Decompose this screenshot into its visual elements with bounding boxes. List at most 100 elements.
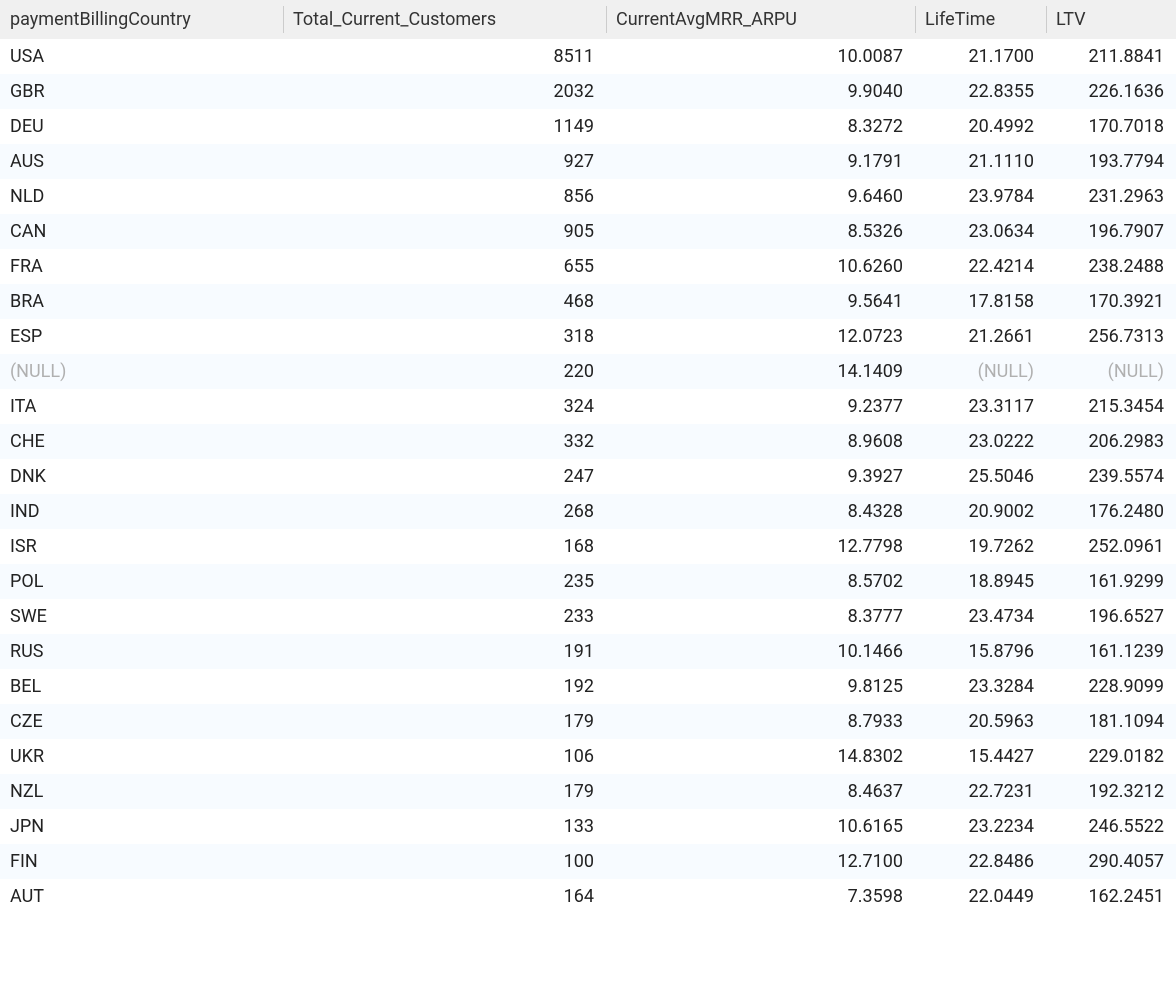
cell-LTV[interactable]: (NULL)	[1046, 354, 1176, 389]
cell-LTV[interactable]: 229.0182	[1046, 739, 1176, 774]
cell-CurrentAvgMRR_ARPU[interactable]: 9.1791	[606, 144, 915, 179]
cell-paymentBillingCountry[interactable]: UKR	[0, 739, 283, 774]
cell-paymentBillingCountry[interactable]: USA	[0, 39, 283, 74]
cell-LifeTime[interactable]: 15.8796	[915, 634, 1046, 669]
cell-Total_Current_Customers[interactable]: 324	[283, 389, 606, 424]
cell-paymentBillingCountry[interactable]: FIN	[0, 844, 283, 879]
cell-Total_Current_Customers[interactable]: 106	[283, 739, 606, 774]
cell-LTV[interactable]: 226.1636	[1046, 74, 1176, 109]
cell-paymentBillingCountry[interactable]: DNK	[0, 459, 283, 494]
cell-LTV[interactable]: 252.0961	[1046, 529, 1176, 564]
cell-LifeTime[interactable]: 20.4992	[915, 109, 1046, 144]
cell-paymentBillingCountry[interactable]: BEL	[0, 669, 283, 704]
cell-Total_Current_Customers[interactable]: 318	[283, 319, 606, 354]
cell-Total_Current_Customers[interactable]: 133	[283, 809, 606, 844]
cell-LTV[interactable]: 246.5522	[1046, 809, 1176, 844]
cell-LTV[interactable]: 231.2963	[1046, 179, 1176, 214]
cell-LTV[interactable]: 162.2451	[1046, 879, 1176, 914]
cell-LifeTime[interactable]: 15.4427	[915, 739, 1046, 774]
cell-CurrentAvgMRR_ARPU[interactable]: 8.4328	[606, 494, 915, 529]
cell-paymentBillingCountry[interactable]: DEU	[0, 109, 283, 144]
cell-CurrentAvgMRR_ARPU[interactable]: 9.6460	[606, 179, 915, 214]
cell-CurrentAvgMRR_ARPU[interactable]: 12.7798	[606, 529, 915, 564]
table-row[interactable]: GBR20329.904022.8355226.1636	[0, 74, 1176, 109]
cell-Total_Current_Customers[interactable]: 268	[283, 494, 606, 529]
cell-LifeTime[interactable]: 21.1110	[915, 144, 1046, 179]
cell-LTV[interactable]: 196.6527	[1046, 599, 1176, 634]
cell-CurrentAvgMRR_ARPU[interactable]: 10.1466	[606, 634, 915, 669]
cell-LTV[interactable]: 193.7794	[1046, 144, 1176, 179]
cell-Total_Current_Customers[interactable]: 2032	[283, 74, 606, 109]
table-row[interactable]: FIN10012.710022.8486290.4057	[0, 844, 1176, 879]
cell-LifeTime[interactable]: 23.0222	[915, 424, 1046, 459]
table-row[interactable]: NZL1798.463722.7231192.3212	[0, 774, 1176, 809]
cell-LTV[interactable]: 192.3212	[1046, 774, 1176, 809]
cell-paymentBillingCountry[interactable]: RUS	[0, 634, 283, 669]
cell-Total_Current_Customers[interactable]: 468	[283, 284, 606, 319]
cell-LifeTime[interactable]: 23.2234	[915, 809, 1046, 844]
cell-Total_Current_Customers[interactable]: 247	[283, 459, 606, 494]
cell-Total_Current_Customers[interactable]: 191	[283, 634, 606, 669]
table-row[interactable]: ITA3249.237723.3117215.3454	[0, 389, 1176, 424]
cell-paymentBillingCountry[interactable]: CHE	[0, 424, 283, 459]
cell-CurrentAvgMRR_ARPU[interactable]: 12.7100	[606, 844, 915, 879]
table-row[interactable]: POL2358.570218.8945161.9299	[0, 564, 1176, 599]
table-row[interactable]: ISR16812.779819.7262252.0961	[0, 529, 1176, 564]
cell-LifeTime[interactable]: 20.9002	[915, 494, 1046, 529]
cell-LTV[interactable]: 176.2480	[1046, 494, 1176, 529]
table-row[interactable]: SWE2338.377723.4734196.6527	[0, 599, 1176, 634]
cell-CurrentAvgMRR_ARPU[interactable]: 8.5326	[606, 214, 915, 249]
cell-paymentBillingCountry[interactable]: GBR	[0, 74, 283, 109]
cell-LifeTime[interactable]: 23.9784	[915, 179, 1046, 214]
cell-LifeTime[interactable]: 23.4734	[915, 599, 1046, 634]
cell-LTV[interactable]: 196.7907	[1046, 214, 1176, 249]
cell-LifeTime[interactable]: 17.8158	[915, 284, 1046, 319]
cell-LifeTime[interactable]: 21.2661	[915, 319, 1046, 354]
cell-CurrentAvgMRR_ARPU[interactable]: 10.6165	[606, 809, 915, 844]
cell-CurrentAvgMRR_ARPU[interactable]: 10.0087	[606, 39, 915, 74]
cell-LifeTime[interactable]: 20.5963	[915, 704, 1046, 739]
cell-Total_Current_Customers[interactable]: 168	[283, 529, 606, 564]
cell-CurrentAvgMRR_ARPU[interactable]: 14.8302	[606, 739, 915, 774]
table-row[interactable]: DEU11498.327220.4992170.7018	[0, 109, 1176, 144]
cell-paymentBillingCountry[interactable]: POL	[0, 564, 283, 599]
table-row[interactable]: BRA4689.564117.8158170.3921	[0, 284, 1176, 319]
table-row[interactable]: RUS19110.146615.8796161.1239	[0, 634, 1176, 669]
table-row[interactable]: (NULL)22014.1409(NULL)(NULL)	[0, 354, 1176, 389]
cell-Total_Current_Customers[interactable]: 927	[283, 144, 606, 179]
cell-paymentBillingCountry[interactable]: AUT	[0, 879, 283, 914]
cell-CurrentAvgMRR_ARPU[interactable]: 9.5641	[606, 284, 915, 319]
cell-LTV[interactable]: 238.2488	[1046, 249, 1176, 284]
cell-paymentBillingCountry[interactable]: FRA	[0, 249, 283, 284]
column-header-CurrentAvgMRR_ARPU[interactable]: CurrentAvgMRR_ARPU	[606, 0, 915, 39]
cell-LifeTime[interactable]: 23.3284	[915, 669, 1046, 704]
cell-paymentBillingCountry[interactable]: ISR	[0, 529, 283, 564]
cell-CurrentAvgMRR_ARPU[interactable]: 8.3777	[606, 599, 915, 634]
cell-paymentBillingCountry[interactable]: JPN	[0, 809, 283, 844]
cell-CurrentAvgMRR_ARPU[interactable]: 12.0723	[606, 319, 915, 354]
column-header-paymentBillingCountry[interactable]: paymentBillingCountry	[0, 0, 283, 39]
cell-LTV[interactable]: 239.5574	[1046, 459, 1176, 494]
cell-Total_Current_Customers[interactable]: 905	[283, 214, 606, 249]
cell-LifeTime[interactable]: 23.0634	[915, 214, 1046, 249]
cell-Total_Current_Customers[interactable]: 220	[283, 354, 606, 389]
table-row[interactable]: DNK2479.392725.5046239.5574	[0, 459, 1176, 494]
table-row[interactable]: FRA65510.626022.4214238.2488	[0, 249, 1176, 284]
cell-LTV[interactable]: 206.2983	[1046, 424, 1176, 459]
cell-LTV[interactable]: 211.8841	[1046, 39, 1176, 74]
cell-LTV[interactable]: 290.4057	[1046, 844, 1176, 879]
cell-LTV[interactable]: 228.9099	[1046, 669, 1176, 704]
column-header-LifeTime[interactable]: LifeTime	[915, 0, 1046, 39]
cell-paymentBillingCountry[interactable]: CZE	[0, 704, 283, 739]
table-row[interactable]: NLD8569.646023.9784231.2963	[0, 179, 1176, 214]
cell-CurrentAvgMRR_ARPU[interactable]: 8.9608	[606, 424, 915, 459]
cell-LifeTime[interactable]: (NULL)	[915, 354, 1046, 389]
cell-LifeTime[interactable]: 22.0449	[915, 879, 1046, 914]
cell-Total_Current_Customers[interactable]: 192	[283, 669, 606, 704]
table-row[interactable]: CAN9058.532623.0634196.7907	[0, 214, 1176, 249]
cell-paymentBillingCountry[interactable]: AUS	[0, 144, 283, 179]
cell-LifeTime[interactable]: 21.1700	[915, 39, 1046, 74]
cell-paymentBillingCountry[interactable]: NZL	[0, 774, 283, 809]
table-row[interactable]: UKR10614.830215.4427229.0182	[0, 739, 1176, 774]
cell-LTV[interactable]: 170.7018	[1046, 109, 1176, 144]
